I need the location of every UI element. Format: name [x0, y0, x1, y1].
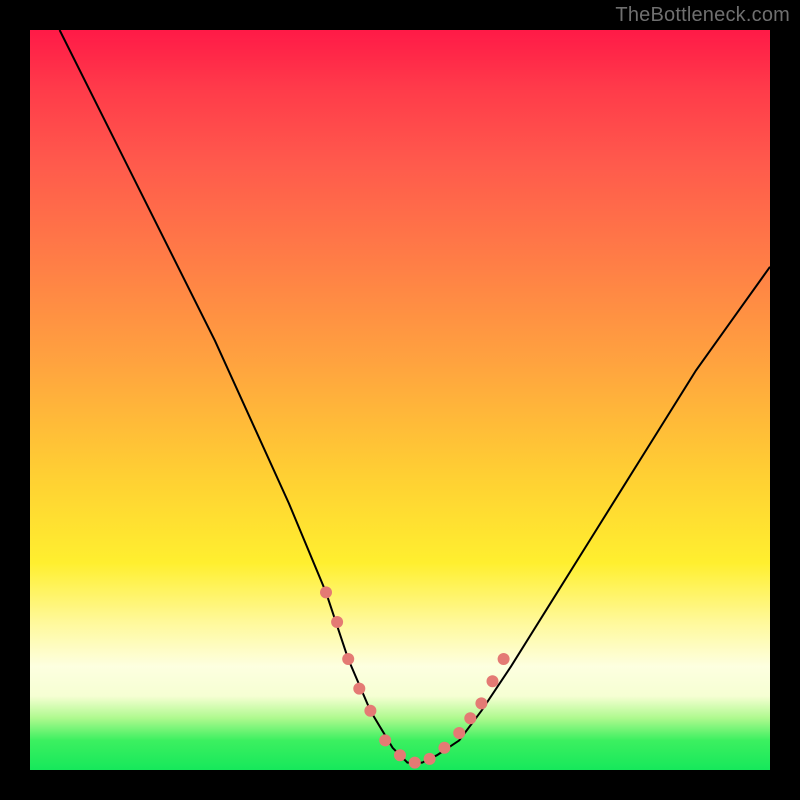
bottleneck-curve: [60, 30, 770, 763]
highlight-dot: [320, 586, 332, 598]
highlight-dot: [342, 653, 354, 665]
highlight-dot: [453, 727, 465, 739]
bottleneck-curve-path: [60, 30, 770, 763]
highlight-dot: [464, 712, 476, 724]
highlight-dot: [394, 749, 406, 761]
highlight-dot: [379, 734, 391, 746]
chart-frame: TheBottleneck.com: [0, 0, 800, 800]
highlight-dot: [438, 742, 450, 754]
highlight-dot: [475, 697, 487, 709]
highlight-dot: [424, 753, 436, 765]
highlight-dots: [320, 586, 510, 768]
plot-area: [30, 30, 770, 770]
highlight-dot: [498, 653, 510, 665]
highlight-dot: [364, 705, 376, 717]
curve-layer: [30, 30, 770, 770]
highlight-dot: [331, 616, 343, 628]
watermark-text: TheBottleneck.com: [615, 4, 790, 27]
highlight-dot: [353, 683, 365, 695]
highlight-dot: [487, 675, 499, 687]
highlight-dot: [409, 757, 421, 769]
